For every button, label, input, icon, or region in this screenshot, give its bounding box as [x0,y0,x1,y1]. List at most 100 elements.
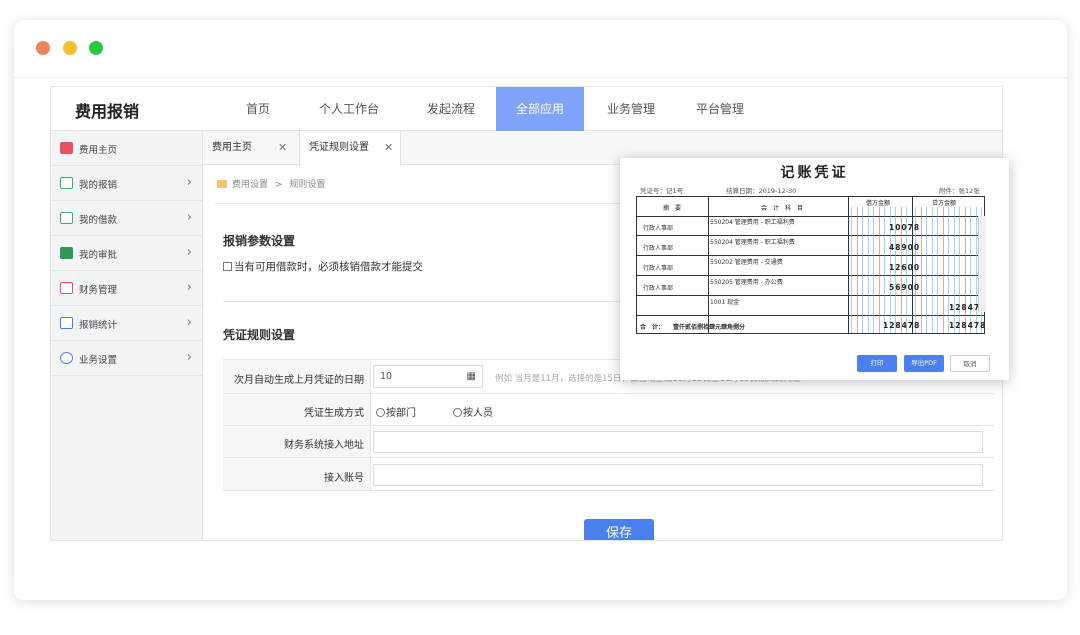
sidebar-item-label: 报销统计 [79,320,118,331]
sidebar-item-reimbursement-stats[interactable]: 报销统计 › [51,306,202,341]
tab-voucher-rules[interactable]: 凭证规则设置 ✕ [299,131,401,166]
sidebar-item-expense-home[interactable]: 费用主页 [51,131,202,166]
auto-date-label: 次月自动生成上月凭证的日期 [223,360,371,393]
sidebar-item-label: 我的报销 [79,180,118,191]
nav-personal-workbench[interactable]: 个人工作台 [309,87,389,131]
form-row-method: 凭证生成方式 按部门 按人员 [223,393,995,425]
row1-account: 550204 管理费用 - 职工福利费 [710,219,795,226]
voucher-number: 凭证号：记1号 [640,187,684,195]
chevron-right-icon: › [186,280,192,295]
grid-stripe [975,207,977,333]
nav-start-process[interactable]: 发起流程 [416,87,486,131]
address-label: 财务系统接入地址 [223,426,371,457]
loan-icon [60,212,73,224]
row2-account: 550204 管理费用 - 职工福利费 [710,239,795,246]
sidebar-item-my-approvals[interactable]: 我的审批 › [51,236,202,271]
total-debit: 128478 [883,321,921,330]
total-credit: 128478 [949,321,985,330]
chevron-right-icon: › [186,315,192,330]
save-button[interactable]: 保存 [584,519,654,540]
finance-address-input[interactable] [373,431,983,453]
grid-stripe [926,207,927,333]
sidebar-item-finance-management[interactable]: 财务管理 › [51,271,202,306]
close-icon[interactable]: ✕ [278,131,287,165]
sidebar-item-label: 我的审批 [79,250,118,261]
row4-summary: 行政人事部 [643,285,674,292]
row2-debit: 48900 [889,243,921,252]
sidebar-item-business-settings[interactable]: 业务设置 › [51,341,202,376]
row3-account: 550202 管理费用 - 交通费 [710,259,783,266]
tab-expense-home[interactable]: 费用主页 ✕ [203,131,299,165]
sidebar-item-label: 我的借款 [79,215,118,226]
auto-date-input[interactable]: 10 ▦ [373,365,483,388]
row2-summary: 行政人事部 [643,245,674,252]
breadcrumb-parent[interactable]: 费用设置 [232,180,268,190]
maximize-window-button[interactable] [89,41,103,55]
window-titlebar [14,20,1067,78]
voucher-table: 摘 要 会 计 科 目 借方金额 贷方金额 行政人事部 550204 管理费用 … [636,196,985,334]
chevron-right-icon: › [186,210,192,225]
grid-stripe [920,207,922,333]
voucher-scrollbar[interactable] [978,216,986,312]
grid-stripe [856,207,858,333]
voucher-preview-popup: 记账凭证 凭证号：记1号 结算日期：2019-12-30 附件：张12张 摘 要… [620,158,1009,380]
breadcrumb: 费用设置 > 规则设置 [217,177,325,190]
total-text: 壹仟贰佰捌拾肆元肆角捌分 [673,324,746,331]
sidebar-item-my-loans[interactable]: 我的借款 › [51,201,202,236]
require-loan-writeoff-checkbox[interactable]: 当有可用借款时，必须核销借款才能提交 [223,259,423,274]
tab-label: 凭证规则设置 [309,142,369,153]
radio-by-department[interactable]: 按部门 [376,404,416,419]
sidebar-item-label: 费用主页 [79,145,118,156]
approval-icon [60,247,73,259]
row1-summary: 行政人事部 [643,225,674,232]
col-account-header: 会 计 科 目 [761,205,804,212]
reimburse-settings-title: 报销参数设置 [223,234,296,248]
form-row-account: 接入账号 [223,457,995,491]
grid-stripe [867,207,869,333]
close-window-button[interactable] [36,41,50,55]
grid-stripe [878,207,880,333]
chevron-right-icon: › [186,245,192,260]
nav-all-apps[interactable]: 全部应用 [496,87,584,131]
nav-business-management[interactable]: 业务管理 [599,87,663,131]
voucher-settings-title: 凭证规则设置 [223,328,296,342]
col-credit-header: 贷方金额 [932,200,957,207]
calendar-icon [60,282,73,294]
voucher-date: 结算日期：2019-12-30 [726,187,797,195]
calendar-icon[interactable]: ▦ [467,366,476,387]
grid-stripe [931,207,933,333]
sidebar: 费用主页 我的报销 › 我的借款 › 我的审批 › 财务管理 › 报销统计 › [51,131,203,540]
grid-stripe [851,207,852,333]
grid-stripe [937,207,938,333]
chevron-right-icon: › [186,350,192,365]
tab-label: 费用主页 [212,142,252,153]
print-button[interactable]: 打印 [857,355,897,372]
row4-debit: 56900 [889,283,921,292]
total-label: 合 计： [640,324,665,331]
voucher-attachments: 附件：张12张 [939,187,980,195]
voucher-title: 记账凭证 [780,165,849,181]
grid-stripe [959,207,960,333]
pie-icon [60,352,73,364]
form-row-address: 财务系统接入地址 [223,425,995,457]
sidebar-item-my-reimbursement[interactable]: 我的报销 › [51,166,202,201]
nav-platform-management[interactable]: 平台管理 [683,87,757,131]
grid-stripe [970,207,971,333]
row3-debit: 12600 [889,263,921,272]
radio-by-person[interactable]: 按人员 [453,404,493,419]
cancel-button[interactable]: 取消 [950,355,990,372]
close-icon[interactable]: ✕ [384,131,393,165]
row5-account: 1001 现金 [710,299,740,306]
home-icon [60,142,73,154]
account-input[interactable] [373,464,983,486]
grid-stripe [942,207,944,333]
export-pdf-button[interactable]: 导出PDF [904,355,944,372]
nav-home[interactable]: 首页 [227,87,289,131]
minimize-window-button[interactable] [63,41,77,55]
col-debit-header: 借方金额 [866,200,891,207]
grid-stripe [862,207,863,333]
receipt-icon [60,177,73,189]
grid-stripe [964,207,966,333]
grid-stripe [884,207,885,333]
radio-icon [453,408,462,417]
